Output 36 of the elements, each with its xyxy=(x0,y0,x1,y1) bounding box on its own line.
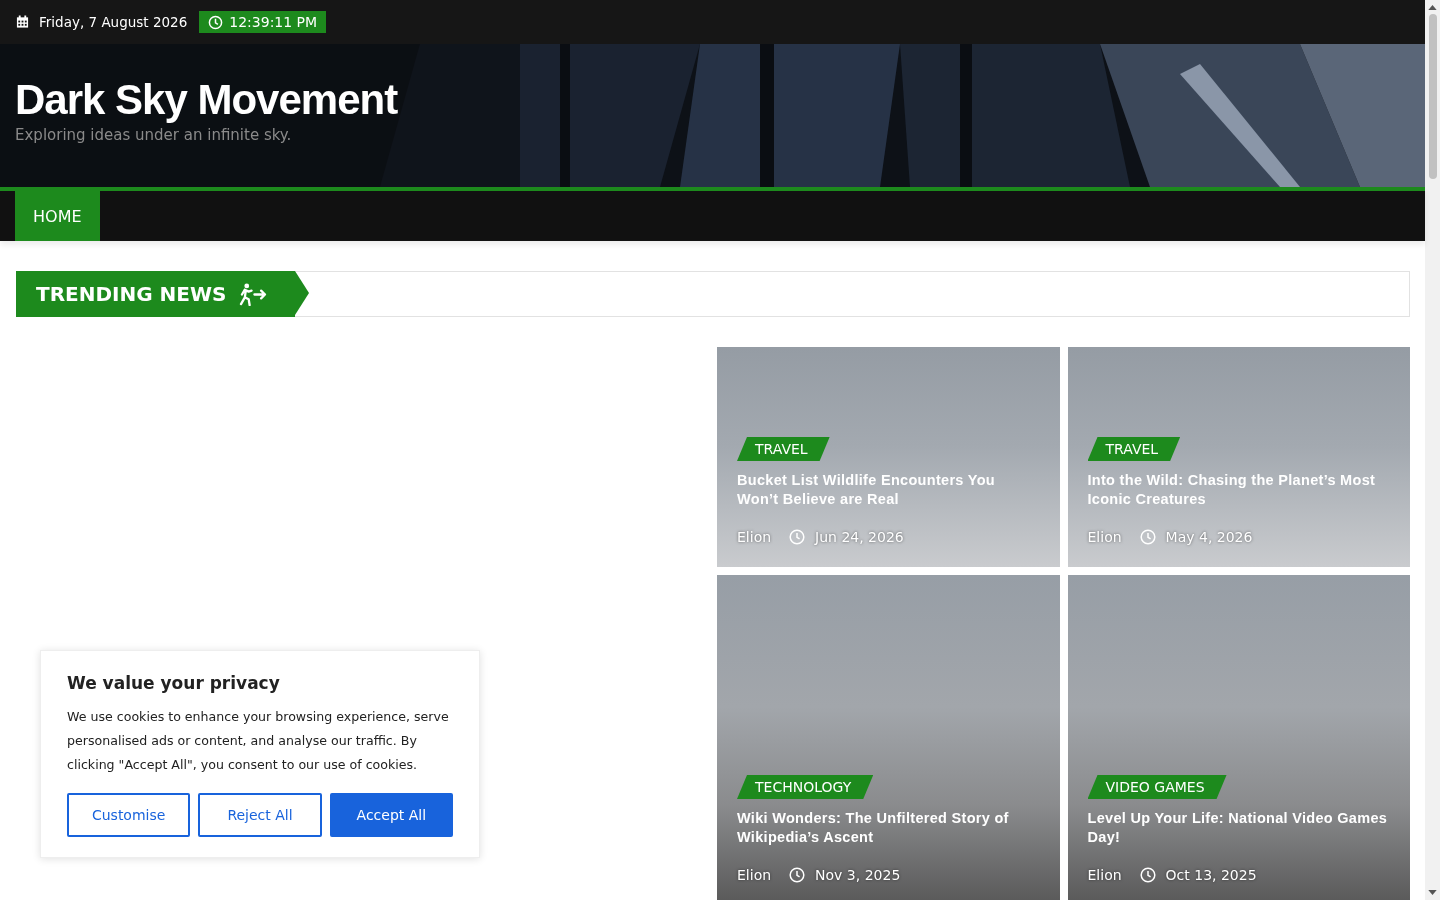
clock-icon xyxy=(789,867,806,883)
running-arrow-icon xyxy=(238,282,268,306)
nav-link[interactable]: HOME xyxy=(15,191,100,241)
post-author[interactable]: Elion xyxy=(737,867,772,883)
post-date: Oct 13, 2025 xyxy=(1165,867,1257,883)
post-card[interactable]: VIDEO GAMES Level Up Your Life: National Video Games Day! Elion Oct 13, 2025 xyxy=(1067,575,1410,900)
category-tag[interactable]: TRAVEL xyxy=(1087,437,1181,461)
post-date: Jun 24, 2026 xyxy=(815,529,904,545)
scroll-thumb[interactable] xyxy=(1428,14,1437,179)
clock-icon xyxy=(1139,867,1156,883)
cookie-button[interactable]: Reject All xyxy=(198,793,322,837)
category-tag[interactable]: TECHNOLOGY xyxy=(737,775,874,799)
calendar-icon xyxy=(16,15,29,29)
cookie-button[interactable]: Customise xyxy=(67,793,191,837)
post-card[interactable]: TRAVEL Into the Wild: Chasing the Planet’s Most Iconic Creatures Elion May 4, 2026 xyxy=(1067,347,1410,567)
time-badge: 12:39:11 PM xyxy=(199,11,327,33)
scrollbar[interactable] xyxy=(1425,0,1440,900)
accept-button[interactable]: Accept All xyxy=(329,793,453,837)
site-title[interactable]: Dark Sky Movement xyxy=(15,76,1410,124)
post-author[interactable]: Elion xyxy=(1087,867,1122,883)
post-title[interactable]: Wiki Wonders: The Unfiltered Story of Wikipedia’s Ascent xyxy=(737,809,1040,847)
post-card[interactable]: TECHNOLOGY Wiki Wonders: The Unfiltered Story of Wikipedia’s Ascent Elion Nov 3, 2025 xyxy=(717,575,1060,900)
scroll-up-icon[interactable] xyxy=(1428,5,1437,10)
cookie-title: We value your privacy xyxy=(67,673,281,693)
post-date: Nov 3, 2025 xyxy=(815,867,901,883)
category-tag[interactable]: TRAVEL xyxy=(737,437,830,461)
cookie-text: We use cookies to enhance your browsing experience, serve personalised ads or content, and analyse our traffic. By clicking "Accept All", you consent to our use of cookies. xyxy=(67,708,450,774)
post-date: May 4, 2026 xyxy=(1165,529,1253,545)
clock-icon xyxy=(1139,529,1156,545)
site-tagline: Exploring ideas under an infinite sky. xyxy=(15,126,293,144)
post-title[interactable]: Level Up Your Life: National Video Games Day! xyxy=(1087,809,1390,847)
category-tag[interactable]: VIDEO GAMES xyxy=(1087,775,1227,799)
current-date: Friday, 7 August 2026 xyxy=(39,14,188,30)
clock-icon xyxy=(789,529,806,545)
post-card[interactable]: TRAVEL Bucket List Wildlife Encounters You Won’t Believe are Real Elion Jun 24, 2026 xyxy=(717,347,1060,567)
scroll-down-icon[interactable] xyxy=(1428,890,1437,895)
